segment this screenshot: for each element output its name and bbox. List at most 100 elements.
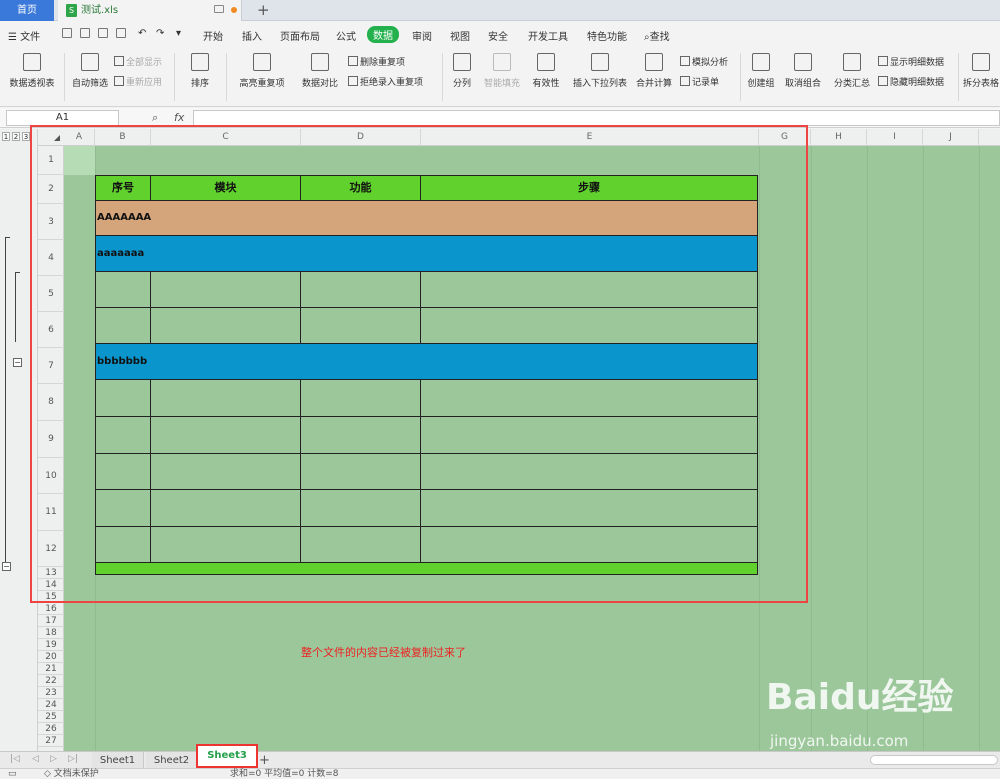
name-box[interactable]: A1 (6, 110, 119, 126)
outline-level-1-button[interactable]: 1 (2, 132, 10, 141)
split-column-icon (453, 53, 471, 71)
show-detail-label: 显示明细数据 (890, 58, 945, 68)
show-all-button[interactable]: 全部显示 (114, 55, 162, 68)
split-column-button[interactable]: 分列 (448, 53, 476, 89)
consolidate-button[interactable]: 合并计算 (634, 53, 674, 89)
prev-sheet-icon[interactable]: ◁ (32, 754, 39, 764)
file-menu[interactable]: ☰ 文件 (8, 28, 40, 43)
sort-icon (191, 53, 209, 71)
menu-security[interactable]: 安全 (488, 28, 508, 43)
menu-formula[interactable]: 公式 (336, 28, 356, 43)
hide-detail-button[interactable]: 隐藏明细数据 (878, 75, 944, 88)
split-table-button[interactable]: 拆分表格 (962, 53, 1000, 89)
autofilter-button[interactable]: 自动筛选 (70, 53, 110, 89)
record-form-icon (680, 76, 690, 86)
col-header-h[interactable]: H (811, 129, 867, 146)
simulate-analysis-icon (680, 56, 690, 66)
ungroup-label: 取消组合 (784, 79, 821, 89)
reject-duplicates-button[interactable]: 拒绝录入重复项 (348, 75, 423, 88)
menu-insert[interactable]: 插入 (242, 28, 262, 43)
chevron-down-icon[interactable]: ▾ (176, 28, 181, 39)
menu-developer[interactable]: 开发工具 (528, 28, 568, 43)
zoom-search-icon[interactable]: ⌕ (152, 111, 158, 125)
split-table-icon (972, 53, 990, 71)
grid-line (811, 146, 812, 751)
ungroup-button[interactable]: 取消组合 (782, 53, 824, 89)
print-preview-icon[interactable] (116, 28, 126, 38)
sort-button[interactable]: 排序 (180, 53, 220, 89)
show-detail-button[interactable]: 显示明细数据 (878, 55, 944, 68)
menu-data[interactable]: 数据 (367, 26, 399, 43)
protect-label: 文档未保护 (53, 769, 99, 779)
validity-button[interactable]: 有效性 (528, 53, 564, 89)
shield-icon: ◇ (44, 769, 51, 779)
sheet-tab-sheet2[interactable]: Sheet2 (146, 752, 198, 769)
col-header-j[interactable]: J (923, 129, 979, 146)
menu-view[interactable]: 视图 (450, 28, 470, 43)
remove-duplicates-button[interactable]: 删除重复项 (348, 55, 405, 68)
sheet-tab-sheet1[interactable]: Sheet1 (92, 752, 144, 769)
menu-start[interactable]: 开始 (203, 28, 223, 43)
row-header-17[interactable]: 17 (38, 615, 64, 627)
protect-status[interactable]: ◇ 文档未保护 (44, 769, 99, 779)
collapse-group-button[interactable]: − (13, 358, 22, 367)
pivot-table-button[interactable]: 数据透视表 (6, 53, 58, 89)
col-header-i[interactable]: I (867, 129, 923, 146)
formula-input[interactable] (193, 110, 1000, 126)
highlight-box (30, 125, 808, 603)
data-compare-icon (311, 53, 329, 71)
data-compare-label: 数据对比 (301, 79, 338, 89)
monitor-icon[interactable] (214, 5, 224, 13)
first-sheet-icon[interactable]: |◁ (10, 754, 20, 764)
highlight-duplicates-button[interactable]: 高亮重复项 (234, 53, 290, 89)
simulate-analysis-button[interactable]: 模拟分析 (680, 55, 728, 68)
row-header-16[interactable]: 16 (38, 603, 64, 615)
outline-level-2-button[interactable]: 2 (12, 132, 20, 141)
row-header-19[interactable]: 19 (38, 639, 64, 651)
subtotal-icon (843, 53, 861, 71)
insert-dropdown-icon (591, 53, 609, 71)
menu-review[interactable]: 审阅 (412, 28, 432, 43)
subtotal-button[interactable]: 分类汇总 (832, 53, 872, 89)
spreadsheet-app: 首页 S 测试.xls + ☰ 文件 ↶ ↷ ▾ 开始 插入 页面布局 公式 数… (0, 0, 1000, 779)
record-form-button[interactable]: 记录单 (680, 75, 719, 88)
outline-level-3-button[interactable]: 3 (22, 132, 30, 141)
collapse-group-button[interactable]: − (2, 562, 11, 571)
row-header-24[interactable]: 24 (38, 699, 64, 711)
data-ribbon: 数据透视表 自动筛选 全部显示 重新应用 排序 高亮重复项 数据对比 删除重复项… (0, 47, 1000, 107)
export-icon[interactable] (80, 28, 90, 38)
consolidate-icon (645, 53, 663, 71)
next-sheet-icon[interactable]: ▷ (50, 754, 57, 764)
row-header-21[interactable]: 21 (38, 663, 64, 675)
watermark-cn: 经验 (881, 677, 954, 718)
fx-icon[interactable]: fx (174, 111, 184, 124)
create-group-button[interactable]: 创建组 (745, 53, 777, 89)
new-tab-button[interactable]: + (257, 0, 270, 20)
row-header-22[interactable]: 22 (38, 675, 64, 687)
row-header-26[interactable]: 26 (38, 723, 64, 735)
undo-icon[interactable]: ↶ (138, 28, 146, 39)
horizontal-scrollbar[interactable] (870, 755, 998, 765)
reapply-button[interactable]: 重新应用 (114, 75, 162, 88)
add-sheet-button[interactable]: + (259, 752, 270, 769)
row-header-25[interactable]: 25 (38, 711, 64, 723)
last-sheet-icon[interactable]: ▷| (68, 754, 78, 764)
sheet-tab-sheet3[interactable]: Sheet3 (196, 744, 258, 768)
home-tab[interactable]: 首页 (0, 0, 54, 21)
smart-fill-button[interactable]: 智能填充 (482, 53, 522, 89)
row-header-23[interactable]: 23 (38, 687, 64, 699)
redo-icon[interactable]: ↷ (156, 28, 164, 39)
insert-dropdown-button[interactable]: 插入下拉列表 (572, 53, 628, 89)
outline-bracket-top (15, 272, 20, 273)
row-header-18[interactable]: 18 (38, 627, 64, 639)
data-compare-button[interactable]: 数据对比 (296, 53, 344, 89)
row-header-20[interactable]: 20 (38, 651, 64, 663)
hide-detail-label: 隐藏明细数据 (890, 78, 945, 88)
print-icon[interactable] (98, 28, 108, 38)
menu-page-layout[interactable]: 页面布局 (280, 28, 320, 43)
save-icon[interactable] (62, 28, 72, 38)
file-tab[interactable]: S 测试.xls (58, 0, 242, 21)
row-header-27[interactable]: 27 (38, 735, 64, 747)
menu-special[interactable]: 特色功能 (587, 28, 627, 43)
search-button[interactable]: ⌕查找 (644, 28, 670, 43)
